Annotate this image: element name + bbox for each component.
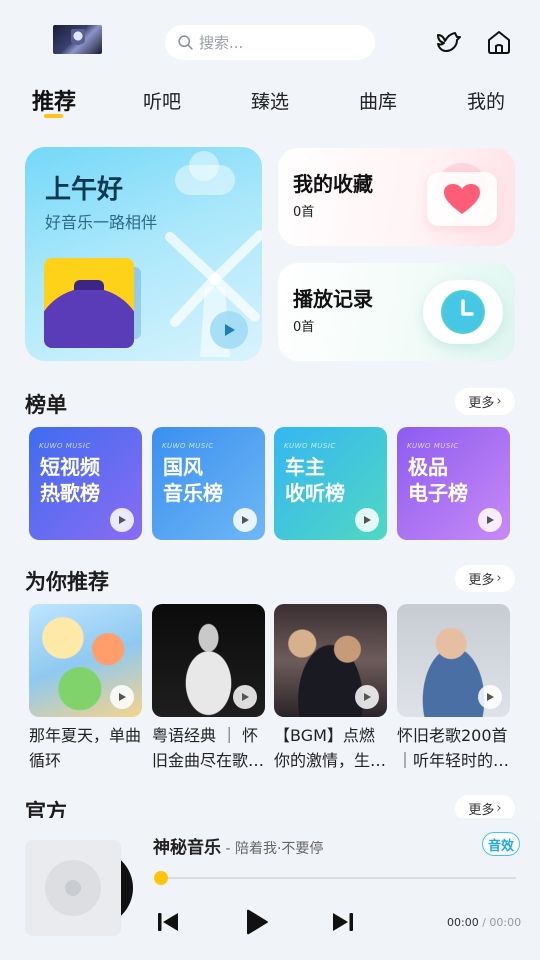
- play-icon[interactable]: [478, 685, 502, 709]
- chevron-right-icon: ›: [496, 394, 502, 409]
- greeting-title: 上午好: [45, 175, 124, 205]
- chart-card[interactable]: KUWO MUSIC 极品 电子榜: [397, 427, 510, 540]
- chart-brand-tag: KUWO MUSIC: [407, 442, 459, 450]
- favorites-count: 0首: [293, 205, 315, 220]
- chart-name: 国风 音乐榜: [163, 455, 223, 505]
- play-icon[interactable]: [233, 685, 257, 709]
- bird-icon[interactable]: [435, 28, 463, 56]
- greeting-subtitle: 好音乐一路相伴: [45, 213, 158, 232]
- heart-icon: [427, 172, 497, 226]
- playlist-cover: [274, 604, 387, 717]
- top-bar: 搜索...: [0, 0, 540, 80]
- play-icon[interactable]: [241, 907, 271, 937]
- track-artist: - 陪着我·不要停: [221, 841, 324, 857]
- sound-effect-button[interactable]: 音效: [482, 832, 520, 856]
- chart-card[interactable]: KUWO MUSIC 车主 收听榜: [274, 427, 387, 540]
- chart-name: 短视频 热歌榜: [40, 455, 100, 505]
- playlist-title: 【BGM】点燃你的激情，生…: [274, 726, 387, 770]
- playlist-title: 那年夏天，单曲循环: [29, 726, 142, 770]
- greeting-card[interactable]: 上午好 好音乐一路相伴: [25, 147, 262, 361]
- disc-icon: [45, 860, 101, 916]
- playlist-card[interactable]: 粤语经典 ｜ 怀旧金曲尽在歌…: [152, 604, 265, 773]
- playlist-card[interactable]: 那年夏天，单曲循环: [29, 604, 142, 773]
- now-playing-cover[interactable]: [25, 840, 121, 936]
- chevron-right-icon: ›: [496, 571, 502, 586]
- play-icon[interactable]: [110, 685, 134, 709]
- playlist-card[interactable]: 【BGM】点燃你的激情，生…: [274, 604, 387, 773]
- tab-mine[interactable]: 我的: [467, 87, 505, 114]
- tab-library[interactable]: 曲库: [359, 87, 397, 114]
- progress-bar[interactable]: [160, 877, 516, 879]
- home-icon[interactable]: [485, 28, 513, 56]
- history-title: 播放记录: [293, 287, 373, 311]
- recommend-section-title: 为你推荐: [25, 570, 109, 594]
- more-label: 更多: [468, 803, 495, 818]
- search-box[interactable]: 搜索...: [165, 25, 375, 60]
- chart-card[interactable]: KUWO MUSIC 短视频 热歌榜: [29, 427, 142, 540]
- history-card[interactable]: 播放记录 0首: [278, 263, 515, 361]
- time-separator: /: [478, 916, 490, 929]
- playlist-title: 粤语经典 ｜ 怀旧金曲尽在歌…: [152, 726, 265, 770]
- track-title: 神秘音乐: [153, 838, 221, 858]
- chart-name: 极品 电子榜: [408, 455, 468, 505]
- playlist-cover: [152, 604, 265, 717]
- chart-name: 车主 收听榜: [285, 455, 345, 505]
- clock-icon: [423, 280, 503, 344]
- duration: 00:00: [489, 916, 522, 929]
- playlist-title: 怀旧老歌200首 ｜听年轻时的…: [397, 726, 510, 770]
- tab-tingba[interactable]: 听吧: [143, 87, 181, 114]
- play-icon[interactable]: [233, 508, 257, 532]
- tab-recommend[interactable]: 推荐: [32, 84, 76, 116]
- play-icon[interactable]: [355, 685, 379, 709]
- play-icon[interactable]: [355, 508, 379, 532]
- favorites-card[interactable]: 我的收藏 0首: [278, 148, 515, 246]
- charts-more-button[interactable]: 更多 ›: [455, 388, 515, 415]
- chart-brand-tag: KUWO MUSIC: [284, 442, 336, 450]
- previous-icon[interactable]: [153, 907, 183, 937]
- search-placeholder: 搜索...: [199, 34, 244, 52]
- playlist-card[interactable]: 怀旧老歌200首 ｜听年轻时的…: [397, 604, 510, 773]
- tab-zhenxuan[interactable]: 臻选: [251, 87, 289, 114]
- playlist-cover: [29, 604, 142, 717]
- more-label: 更多: [468, 396, 495, 411]
- play-icon[interactable]: [478, 508, 502, 532]
- chart-brand-tag: KUWO MUSIC: [39, 442, 91, 450]
- cloud-decoration: [175, 151, 235, 195]
- favorites-title: 我的收藏: [293, 172, 373, 196]
- play-icon[interactable]: [110, 508, 134, 532]
- playlist-cover: [397, 604, 510, 717]
- next-icon[interactable]: [328, 907, 358, 937]
- chevron-right-icon: ›: [496, 801, 502, 816]
- now-playing-bar: 神秘音乐 - 陪着我·不要停 音效 00:00 / 00:00: [0, 818, 540, 960]
- history-count: 0首: [293, 320, 315, 335]
- recommend-more-button[interactable]: 更多 ›: [455, 565, 515, 592]
- charts-section-title: 榜单: [25, 393, 67, 417]
- main-tabs: 推荐 听吧 臻选 曲库 我的: [0, 84, 540, 124]
- now-playing-title[interactable]: 神秘音乐 - 陪着我·不要停: [153, 833, 323, 858]
- current-time: 00:00: [447, 916, 479, 929]
- more-label: 更多: [468, 573, 495, 588]
- search-icon: [177, 34, 194, 51]
- album-cover: [44, 258, 134, 348]
- play-icon[interactable]: [210, 311, 248, 349]
- avatar[interactable]: [53, 25, 102, 54]
- time-display: 00:00 / 00:00: [447, 916, 521, 929]
- chart-card[interactable]: KUWO MUSIC 国风 音乐榜: [152, 427, 265, 540]
- active-tab-indicator: [44, 114, 63, 118]
- progress-knob[interactable]: [154, 871, 168, 885]
- chart-brand-tag: KUWO MUSIC: [162, 442, 214, 450]
